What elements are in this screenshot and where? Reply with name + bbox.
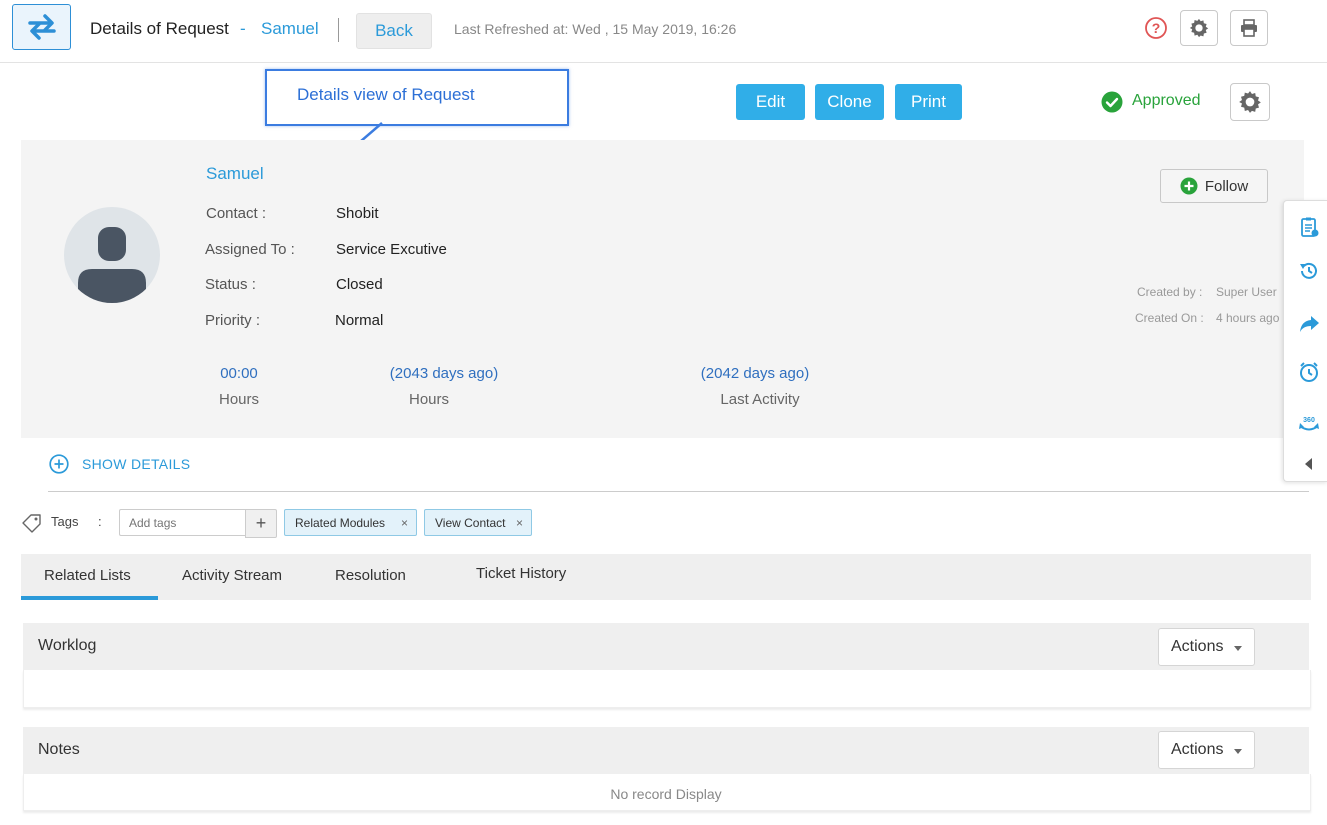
- divider: [338, 18, 339, 42]
- clone-button[interactable]: Clone: [815, 84, 884, 120]
- created-on-label: Created On :: [1135, 311, 1204, 325]
- svg-text:360: 360: [1303, 417, 1315, 424]
- notes-title: Notes: [38, 741, 80, 758]
- request-name-link[interactable]: Samuel: [206, 164, 264, 184]
- contact-value: Shobit: [336, 205, 379, 222]
- tag-icon: [22, 514, 41, 533]
- request-settings-button[interactable]: [1230, 83, 1270, 121]
- chevron-down-icon: [1234, 749, 1242, 754]
- created-by-value: Super User: [1216, 285, 1277, 299]
- stat-label: Hours: [218, 391, 259, 408]
- tab-ticket-history[interactable]: Ticket History: [476, 565, 566, 582]
- follow-button[interactable]: Follow: [1160, 169, 1268, 203]
- tag-chip-label: Related Modules: [295, 515, 386, 530]
- remove-tag-icon[interactable]: ×: [516, 516, 523, 530]
- user-avatar-icon: [78, 227, 146, 303]
- print-action-button[interactable]: Print: [895, 84, 962, 120]
- status-value: Closed: [336, 276, 383, 293]
- created-on-value: 4 hours ago: [1216, 311, 1280, 325]
- assigned-to-label: Assigned To :: [205, 241, 295, 258]
- annotation-text: Details view of Request: [297, 85, 475, 104]
- tab-related-lists[interactable]: Related Lists: [44, 567, 131, 584]
- add-tag-button[interactable]: +: [245, 509, 277, 538]
- actions-label: Actions: [1171, 638, 1224, 655]
- notes-header: [23, 727, 1309, 774]
- swap-icon: [27, 14, 56, 40]
- priority-value: Normal: [335, 312, 384, 329]
- stat-label: Last Activity: [720, 391, 800, 408]
- last-refreshed-text: Last Refreshed at: Wed , 15 May 2019, 16…: [454, 21, 737, 37]
- tab-activity-stream[interactable]: Activity Stream: [182, 567, 282, 584]
- page-title: Details of Request: [90, 19, 229, 38]
- worklog-title: Worklog: [38, 637, 97, 654]
- tag-input[interactable]: [119, 509, 245, 536]
- tag-chip[interactable]: Related Modules ×: [284, 509, 417, 536]
- avatar: [64, 207, 160, 303]
- stat-value: (2042 days ago): [700, 365, 810, 382]
- 360-icon[interactable]: 360: [1298, 413, 1320, 435]
- gear-icon: [1189, 18, 1209, 38]
- created-by-label: Created by :: [1137, 285, 1203, 299]
- svg-text:?: ?: [1152, 20, 1161, 36]
- print-icon: [1241, 19, 1257, 37]
- tags-colon: :: [98, 514, 102, 529]
- clipboard-icon[interactable]: [1298, 216, 1320, 238]
- plus-circle-icon[interactable]: [49, 454, 69, 474]
- worklog-body: [23, 670, 1311, 708]
- title-separator: -: [240, 19, 246, 38]
- chevron-down-icon: [1234, 646, 1242, 651]
- side-toolbar: 360: [1283, 200, 1327, 482]
- notes-actions-dropdown[interactable]: Actions: [1158, 731, 1255, 769]
- share-icon[interactable]: [1298, 312, 1320, 334]
- active-tab-indicator: [21, 596, 158, 600]
- status-label: Status :: [205, 276, 256, 293]
- show-details-link[interactable]: SHOW DETAILS: [82, 456, 190, 472]
- collapse-left-icon[interactable]: [1298, 453, 1320, 475]
- actions-label: Actions: [1171, 741, 1224, 758]
- tags-label: Tags: [51, 514, 79, 529]
- settings-button[interactable]: [1180, 10, 1218, 46]
- divider: [48, 491, 1309, 492]
- stat-value: (2043 days ago): [389, 365, 499, 382]
- status-badge: Approved: [1132, 92, 1201, 109]
- empty-state-text: No record Display: [610, 786, 722, 802]
- worklog-actions-dropdown[interactable]: Actions: [1158, 628, 1255, 666]
- back-button[interactable]: Back: [356, 13, 432, 49]
- tag-chip-label: View Contact: [435, 515, 506, 530]
- edit-button[interactable]: Edit: [736, 84, 805, 120]
- print-button[interactable]: [1230, 10, 1268, 46]
- check-circle-icon: [1101, 91, 1123, 113]
- history-icon[interactable]: [1298, 260, 1320, 282]
- tag-chip[interactable]: View Contact ×: [424, 509, 532, 536]
- assigned-to-value: Service Excutive: [336, 241, 447, 258]
- stat-label: Hours: [408, 391, 449, 408]
- alarm-icon[interactable]: [1298, 361, 1320, 383]
- worklog-header: [23, 623, 1309, 670]
- app-logo-button[interactable]: [12, 4, 71, 50]
- plus-circle-icon: [1180, 177, 1198, 195]
- gear-icon: [1239, 91, 1261, 113]
- tab-resolution[interactable]: Resolution: [335, 567, 406, 584]
- priority-label: Priority :: [205, 312, 261, 329]
- requester-link[interactable]: Samuel: [261, 19, 319, 39]
- contact-label: Contact :: [206, 205, 267, 222]
- follow-label: Follow: [1204, 177, 1249, 195]
- remove-tag-icon[interactable]: ×: [401, 516, 408, 530]
- stat-value: 00:00: [220, 365, 258, 382]
- help-icon[interactable]: ?: [1144, 16, 1168, 40]
